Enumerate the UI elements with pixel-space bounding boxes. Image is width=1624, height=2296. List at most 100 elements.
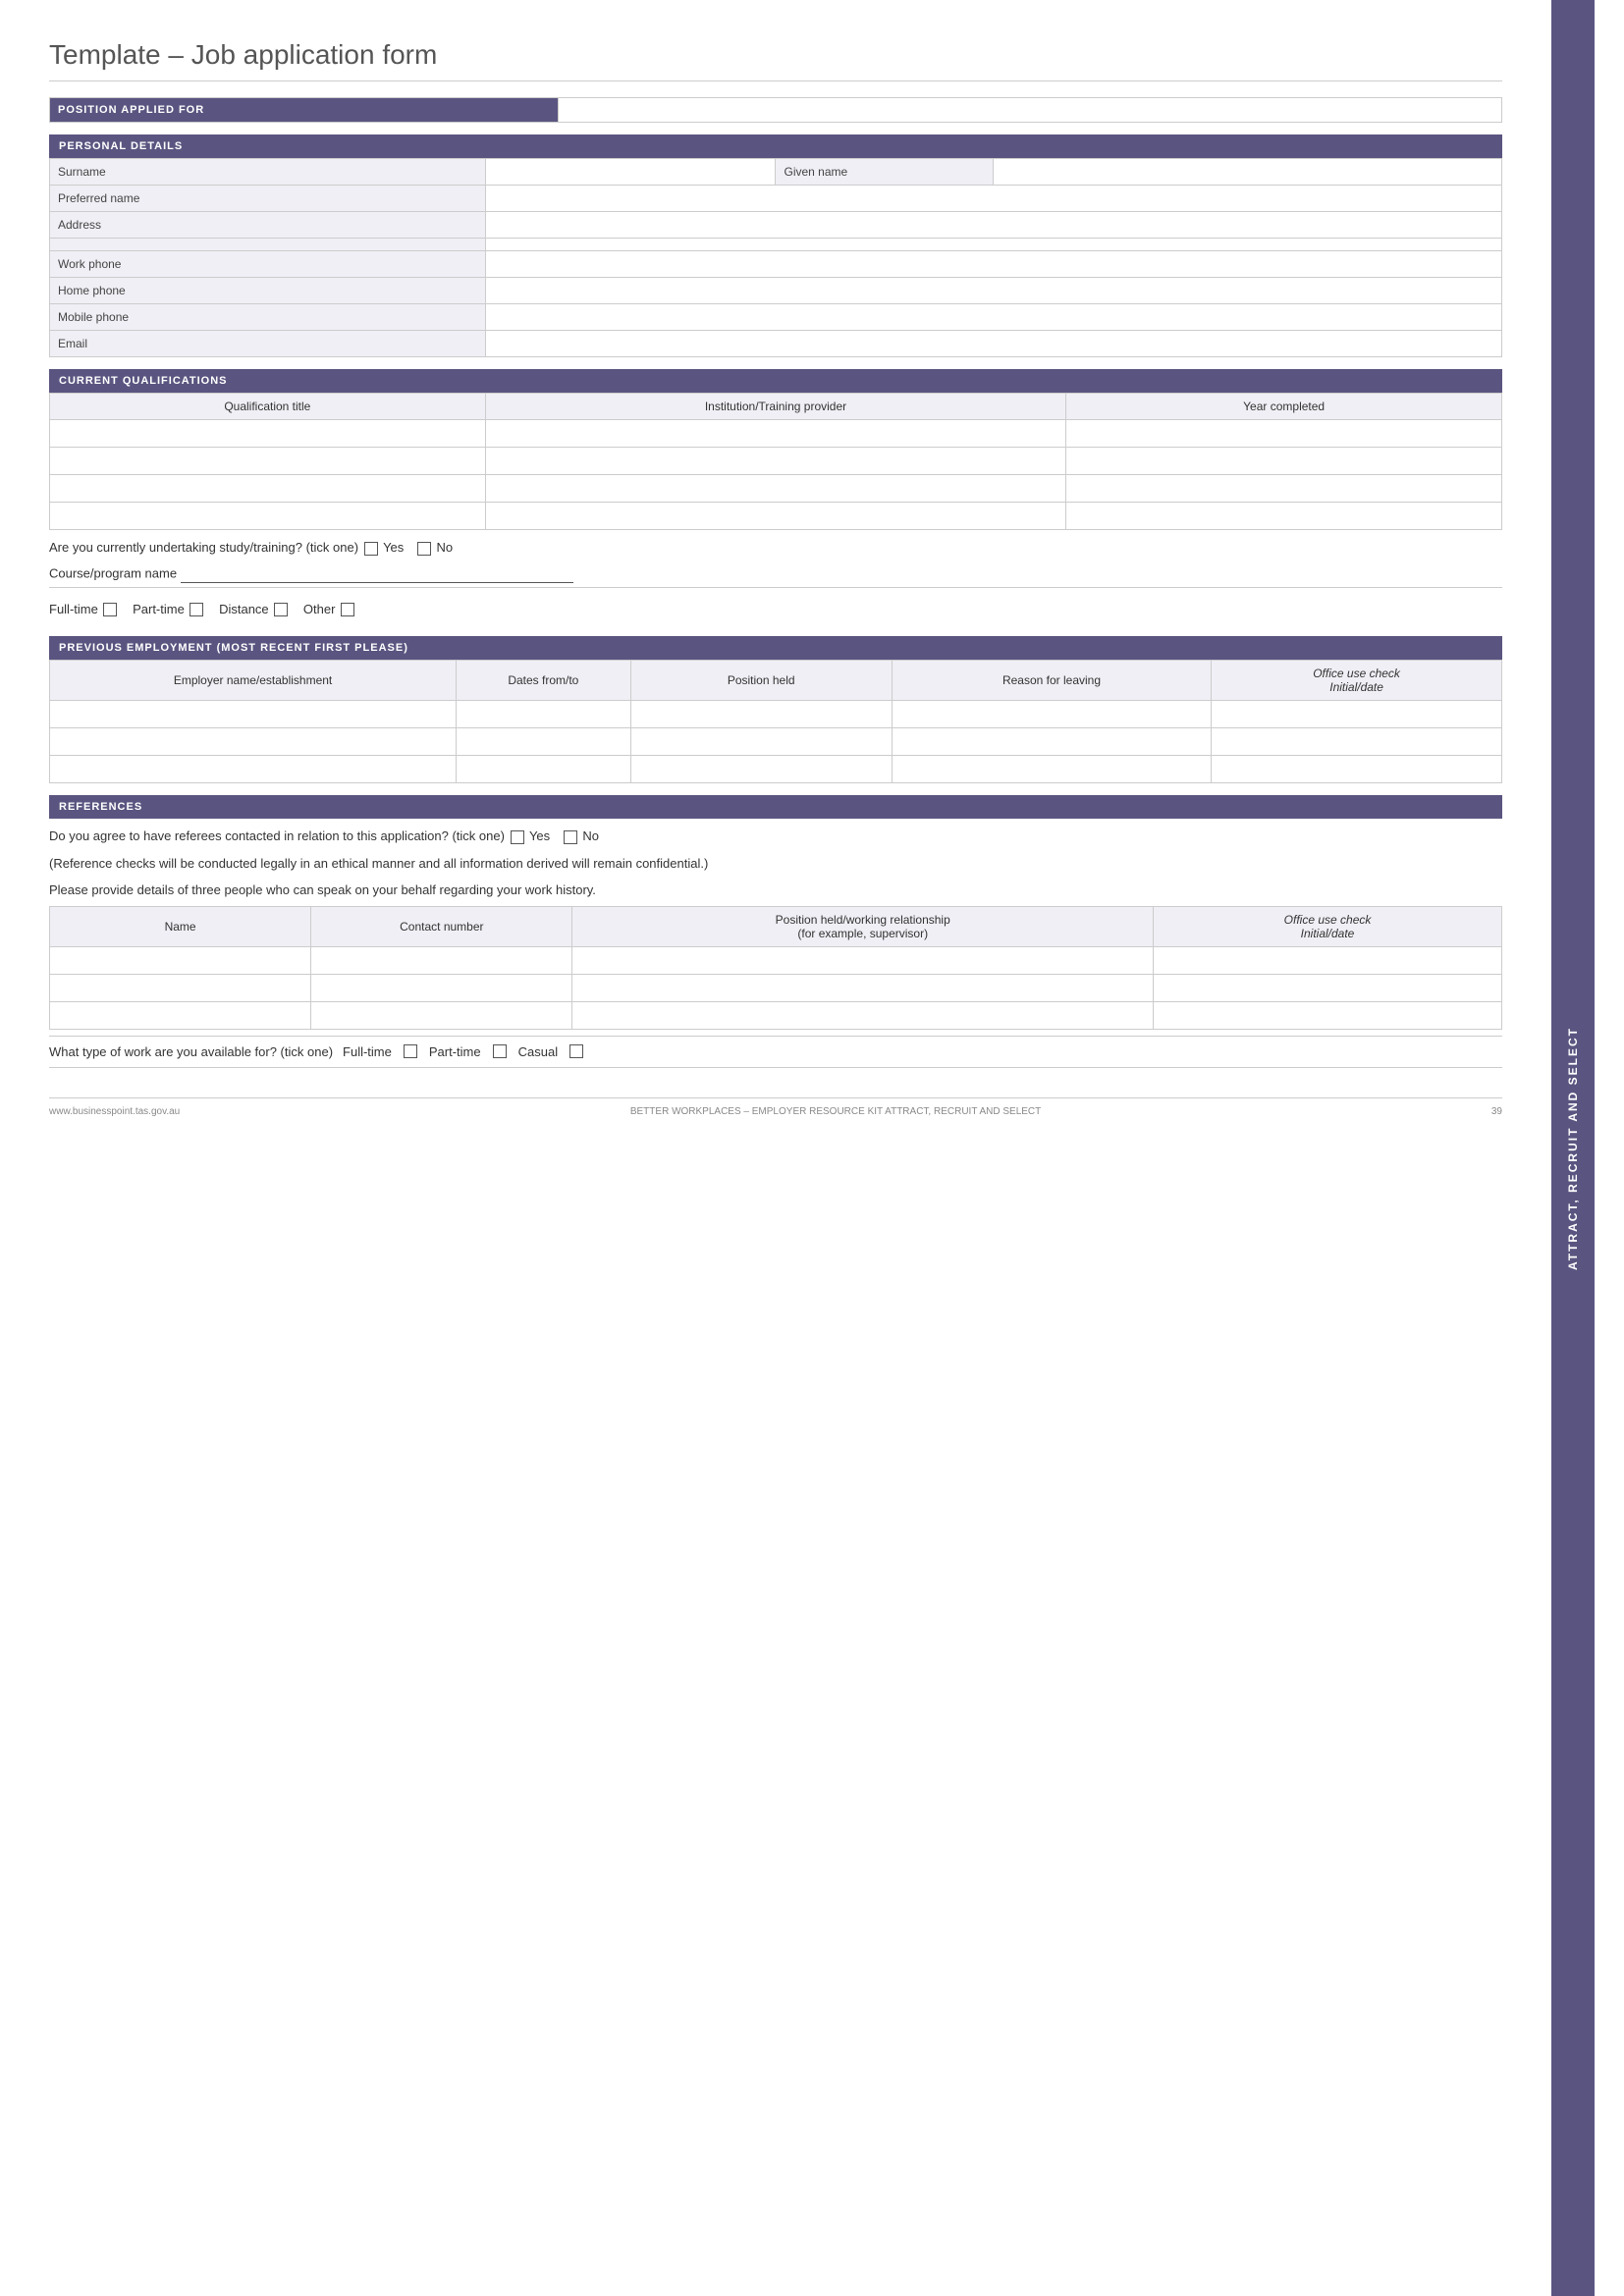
study-no-label: No: [437, 540, 454, 555]
study-yes-checkbox[interactable]: [364, 542, 378, 556]
refs-col-headers: Name Contact number Position held/workin…: [50, 906, 1502, 946]
other-checkbox[interactable]: [341, 603, 354, 616]
refs-question-text: Do you agree to have referees contacted …: [49, 828, 505, 843]
distance-label: Distance: [219, 602, 269, 616]
emp-row-1: [50, 701, 1502, 728]
preferred-value[interactable]: [485, 186, 1501, 212]
givenname-label: Given name: [776, 159, 994, 186]
position-header: POSITION APPLIED FOR: [50, 98, 559, 123]
refs-no-checkbox[interactable]: [564, 830, 577, 844]
course-label: Course/program name: [49, 565, 177, 580]
preferred-name-row: Preferred name: [50, 186, 1502, 212]
email-label: Email: [50, 331, 486, 357]
emp-col-headers: Employer name/establishment Dates from/t…: [50, 661, 1502, 701]
email-value[interactable]: [485, 331, 1501, 357]
fulltime-label: Full-time: [49, 602, 98, 616]
refs-yes-checkbox[interactable]: [511, 830, 524, 844]
course-line: Course/program name: [49, 561, 1502, 588]
side-tab-text: Attract, Recruit and Select: [1566, 1027, 1580, 1270]
givenname-value[interactable]: [994, 159, 1502, 186]
refs-para1: (Reference checks will be conducted lega…: [49, 854, 1502, 874]
refs-col3-line1: Position held/working relationship: [776, 913, 950, 927]
study-question-line: Are you currently undertaking study/trai…: [49, 530, 1502, 561]
address-row2: [50, 239, 1502, 251]
emp-col4: Reason for leaving: [892, 661, 1211, 701]
address-value[interactable]: [485, 212, 1501, 239]
qual-row-4: [50, 503, 1502, 530]
employment-header: PREVIOUS EMPLOYMENT (MOST RECENT FIRST P…: [49, 636, 1502, 660]
emp-col3: Position held: [630, 661, 892, 701]
qual-col2-header: Institution/Training provider: [485, 394, 1066, 420]
emp-row-2: [50, 728, 1502, 756]
refs-col3-line2: (for example, supervisor): [797, 927, 928, 940]
position-section: POSITION APPLIED FOR: [49, 97, 1502, 123]
personal-header: PERSONAL DETAILS: [49, 134, 1502, 158]
fulltime-checkbox[interactable]: [103, 603, 117, 616]
email-row: Email: [50, 331, 1502, 357]
refs-row-3: [50, 1001, 1502, 1029]
refs-col4-line2: Initial/date: [1301, 927, 1355, 940]
qual-row-3: [50, 475, 1502, 503]
form-title: Template – Job application form: [49, 39, 1502, 81]
emp-col5-line2: Initial/date: [1329, 680, 1383, 694]
footer: www.businesspoint.tas.gov.au BETTER WORK…: [49, 1097, 1502, 1117]
mobile-label: Mobile phone: [50, 304, 486, 331]
surname-value[interactable]: [485, 159, 776, 186]
other-label: Other: [303, 602, 336, 616]
parttime-label: Part-time: [133, 602, 185, 616]
qualifications-section: CURRENT QUALIFICATIONS Qualification tit…: [49, 369, 1502, 624]
work-type-question: What type of work are you available for?…: [49, 1044, 333, 1059]
qual-col3-header: Year completed: [1066, 394, 1502, 420]
emp-col1: Employer name/establishment: [50, 661, 457, 701]
footer-center: BETTER WORKPLACES – EMPLOYER RESOURCE KI…: [630, 1106, 1041, 1117]
fulltime-wt-label: Full-time: [343, 1044, 392, 1059]
workphone-value[interactable]: [485, 251, 1501, 278]
refs-no-label: No: [582, 828, 599, 843]
qual-row-1: [50, 420, 1502, 448]
homephone-value[interactable]: [485, 278, 1501, 304]
qual-row-2: [50, 448, 1502, 475]
parttime-wt-checkbox[interactable]: [493, 1044, 507, 1058]
refs-col3: Position held/working relationship (for …: [572, 906, 1154, 946]
address-value2[interactable]: [485, 239, 1501, 251]
refs-col4: Office use check Initial/date: [1154, 906, 1502, 946]
parttime-wt-label: Part-time: [429, 1044, 481, 1059]
references-header: REFERENCES: [49, 795, 1502, 819]
emp-col5-line1: Office use check: [1313, 667, 1400, 680]
emp-row-3: [50, 756, 1502, 783]
mobile-value[interactable]: [485, 304, 1501, 331]
mobile-row: Mobile phone: [50, 304, 1502, 331]
homephone-label: Home phone: [50, 278, 486, 304]
casual-wt-checkbox[interactable]: [569, 1044, 583, 1058]
preferred-label: Preferred name: [50, 186, 486, 212]
address-row: Address: [50, 212, 1502, 239]
workphone-row: Work phone: [50, 251, 1502, 278]
casual-wt-label: Casual: [518, 1044, 558, 1059]
parttime-checkbox[interactable]: [189, 603, 203, 616]
emp-col5: Office use check Initial/date: [1212, 661, 1502, 701]
refs-col1: Name: [50, 906, 311, 946]
study-question-text: Are you currently undertaking study/trai…: [49, 540, 358, 555]
study-yes-label: Yes: [383, 540, 404, 555]
study-no-checkbox[interactable]: [417, 542, 431, 556]
course-value[interactable]: [181, 565, 573, 583]
refs-col4-line1: Office use check: [1284, 913, 1372, 927]
fulltime-wt-checkbox[interactable]: [404, 1044, 417, 1058]
references-section: REFERENCES Do you agree to have referees…: [49, 795, 1502, 1068]
qualifications-header: CURRENT QUALIFICATIONS: [49, 369, 1502, 393]
footer-left: www.businesspoint.tas.gov.au: [49, 1106, 180, 1117]
refs-para2: Please provide details of three people w…: [49, 881, 1502, 900]
homephone-row: Home phone: [50, 278, 1502, 304]
employment-section: PREVIOUS EMPLOYMENT (MOST RECENT FIRST P…: [49, 636, 1502, 783]
address-label: Address: [50, 212, 486, 239]
refs-row-1: [50, 946, 1502, 974]
work-type-line: What type of work are you available for?…: [49, 1036, 1502, 1068]
surname-label: Surname: [50, 159, 486, 186]
workphone-label: Work phone: [50, 251, 486, 278]
distance-checkbox[interactable]: [274, 603, 288, 616]
footer-right: 39: [1491, 1106, 1502, 1117]
personal-section: PERSONAL DETAILS Surname Given name Pref…: [49, 134, 1502, 357]
refs-question-line: Do you agree to have referees contacted …: [49, 827, 1502, 846]
mode-line: Full-time Part-time Distance Other: [49, 596, 1502, 625]
refs-col2: Contact number: [311, 906, 572, 946]
